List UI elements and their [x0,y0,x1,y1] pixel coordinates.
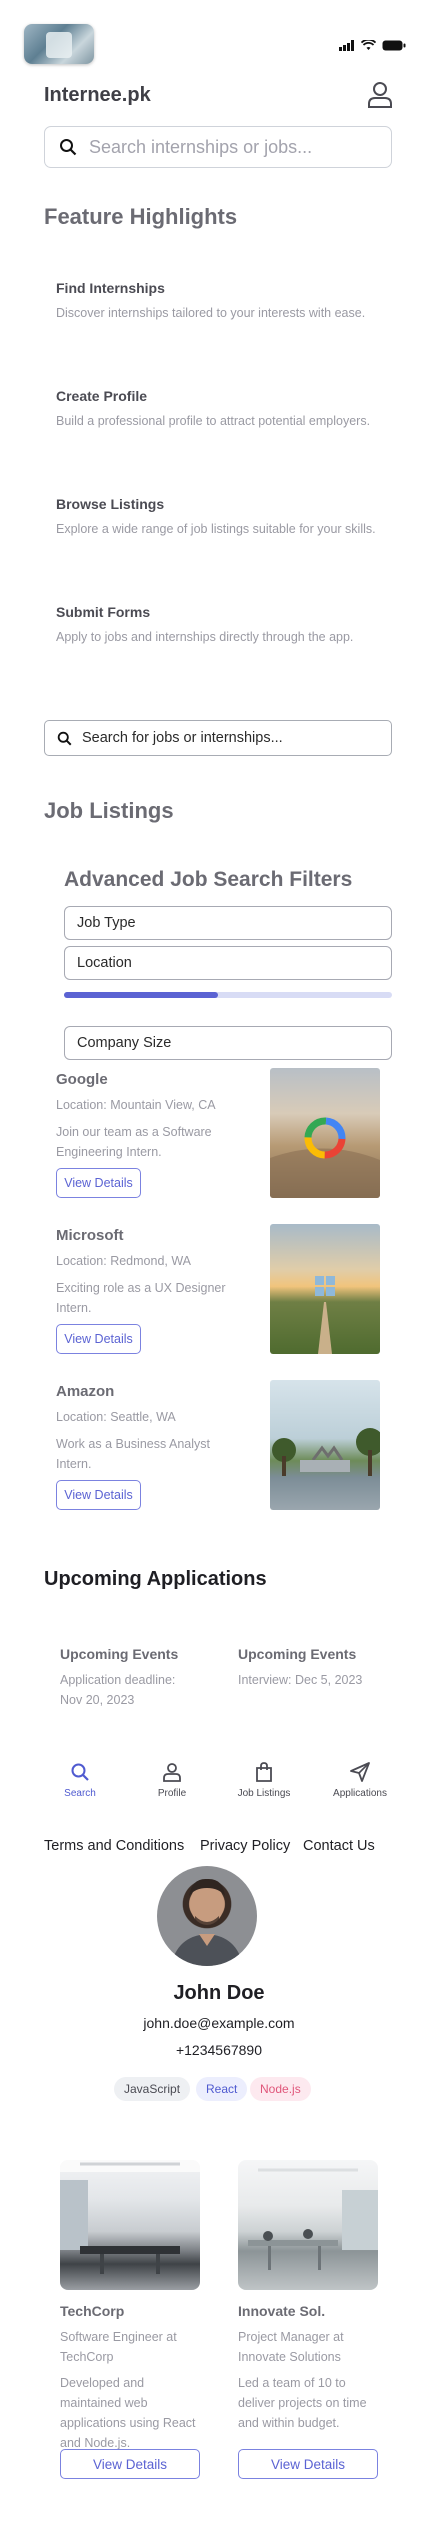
wifi-icon [361,40,376,50]
features-title: Feature Highlights [44,204,238,229]
feature-title: Browse Listings [56,496,165,512]
progress-fill [64,992,219,998]
applications-title: Upcoming Applications [44,1568,267,1590]
view-details-button[interactable]: View Details [56,1324,141,1354]
experience-desc: Developed and maintained web application… [60,2376,196,2450]
nav-label: Search [64,1788,96,1799]
skill-chip: React [196,2077,248,2101]
event-desc: Interview: Dec 5, 2023 [238,1673,363,1687]
view-details-button[interactable]: View Details [60,2449,200,2479]
job-location: Location: Seattle, WA [56,1410,176,1424]
bag-icon [256,1762,272,1782]
google-logo-icon [270,1117,380,1198]
filters-title: Advanced Job Search Filters [64,868,353,891]
profile-email: john.doe@example.com [143,2015,295,2031]
company-size-filter[interactable]: Company Size [64,1026,392,1060]
status-bar-icons [339,40,406,51]
search-icon [71,1763,89,1781]
feature-desc: Explore a wide range of job listings sui… [56,522,376,536]
microsoft-job-image [270,1224,380,1354]
experience-company: TechCorp [60,2303,125,2319]
microsoft-logo-icon [315,1276,335,1354]
feature-desc: Discover internships tailored to your in… [56,306,366,320]
nav-applications[interactable]: Applications [320,1762,400,1799]
app-thumbnail [24,24,94,64]
privacy-link[interactable]: Privacy Policy [200,1838,290,1854]
signal-icon [339,40,354,51]
job-description: Exciting role as a UX Designer Intern. [56,1281,226,1315]
experience-desc: Led a team of 10 to deliver projects on … [238,2376,367,2430]
experience-role: Software Engineer at TechCorp [60,2330,177,2364]
search-input[interactable]: Search internships or jobs... [44,126,392,168]
nav-label: Profile [157,1788,187,1799]
profile-name: John Doe [173,1982,265,2004]
experience-role: Project Manager at Innovate Solutions [238,2330,344,2364]
job-company: Amazon [56,1383,115,1400]
profile-phone: +1234567890 [175,2042,263,2058]
brand-title: Internee.pk [44,84,151,106]
job-company: Google [56,1071,108,1088]
view-details-button[interactable]: View Details [238,2449,378,2479]
nav-search[interactable]: Search [40,1762,120,1799]
event-title: Upcoming Events [60,1646,179,1662]
view-details-button[interactable]: View Details [56,1480,141,1510]
terms-link[interactable]: Terms and Conditions [44,1838,184,1854]
job-type-filter[interactable]: Job Type [64,906,392,940]
amazon-job-image [270,1380,380,1510]
search-placeholder: Search internships or jobs... [89,136,313,157]
job-description: Work as a Business Analyst Intern. [56,1437,211,1471]
location-filter[interactable]: Location [64,946,392,980]
profile-icon[interactable] [366,80,394,108]
job-search-placeholder: Search for jobs or internships... [82,730,283,746]
skill-chip: Node.js [250,2077,311,2101]
feature-title: Create Profile [56,388,148,404]
event-title: Upcoming Events [238,1646,357,1662]
contact-link[interactable]: Contact Us [303,1838,375,1854]
job-search-input[interactable]: Search for jobs or internships... [44,720,392,756]
techcorp-office-image [60,2160,200,2290]
job-listings-title: Job Listings [44,798,174,823]
feature-title: Find Internships [56,280,165,296]
nav-profile[interactable]: Profile [132,1762,212,1799]
amazon-logo-icon [272,1428,380,1476]
skill-chip: JavaScript [114,2077,191,2101]
user-icon [163,1763,181,1782]
job-location: Location: Redmond, WA [56,1254,192,1268]
experience-company: Innovate Sol. [238,2303,326,2319]
nav-label: Job Listings [237,1788,291,1799]
nav-label: Applications [333,1788,387,1799]
search-icon [57,731,72,745]
view-details-button[interactable]: View Details [56,1168,141,1198]
feature-desc: Apply to jobs and internships directly t… [56,630,354,644]
search-icon [60,139,77,156]
job-description: Join our team as a Software Engineering … [56,1125,212,1159]
filter-progress-bar [64,992,392,998]
nav-job-listings[interactable]: Job Listings [224,1762,304,1799]
job-location: Location: Mountain View, CA [56,1098,216,1112]
avatar [157,1866,257,1966]
innovate-office-image [238,2160,378,2290]
event-desc: Application deadline: Nov 20, 2023 [60,1673,176,1707]
feature-title: Submit Forms [56,604,151,620]
google-job-image [270,1068,380,1198]
job-company: Microsoft [56,1227,124,1244]
send-icon [350,1762,370,1782]
feature-desc: Build a professional profile to attract … [56,414,371,428]
battery-icon [382,40,406,51]
